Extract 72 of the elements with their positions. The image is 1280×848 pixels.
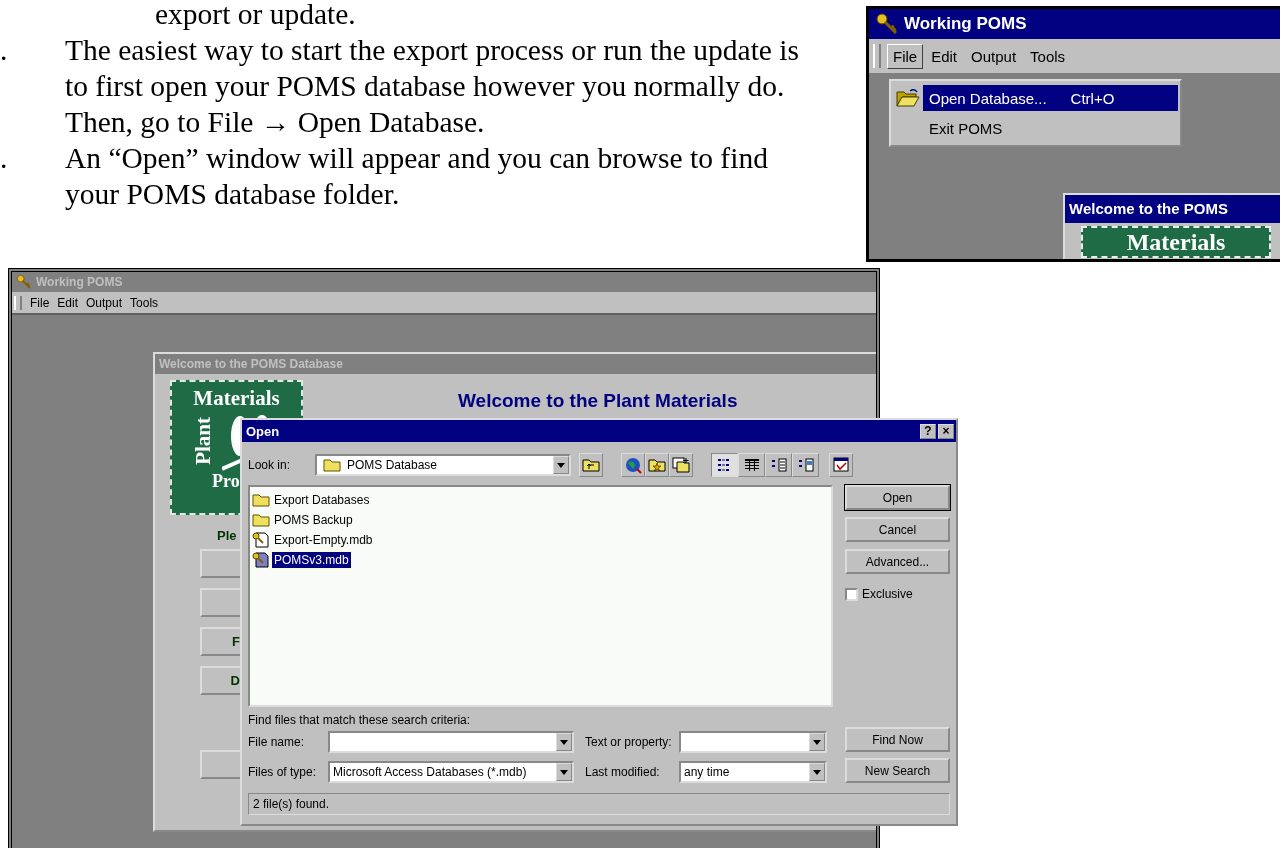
logo: Materials bbox=[1081, 226, 1271, 258]
paragraph-text: An “Open” window will appear and you can browse to find your POMS database folder. bbox=[65, 141, 769, 212]
dropdown-field[interactable] bbox=[679, 731, 827, 753]
folder-icon bbox=[323, 458, 341, 472]
window-title: Welcome to the POMS Database bbox=[155, 354, 876, 374]
dialog-button[interactable]: New Search bbox=[845, 758, 950, 783]
preview-view-icon bbox=[797, 458, 814, 472]
dialog-button[interactable]: Advanced... bbox=[845, 549, 950, 574]
dropdown-field[interactable]: Microsoft Access Databases (*.mdb) bbox=[328, 761, 574, 783]
paragraph-text: The easiest way to start the export process or run the update is to first open your POMS database however you normally do. Then, go to File → Open Database. bbox=[65, 33, 800, 140]
menu-item[interactable]: Output bbox=[86, 296, 123, 310]
open-folder-icon bbox=[896, 88, 920, 108]
window-title: Working POMS bbox=[36, 275, 123, 289]
key-icon bbox=[875, 12, 899, 36]
properties-view-icon bbox=[770, 458, 787, 472]
add-favorites-button[interactable] bbox=[669, 453, 693, 477]
key-document-icon bbox=[252, 532, 270, 548]
view-button[interactable] bbox=[765, 453, 792, 477]
dialog-title: Open bbox=[246, 423, 280, 439]
field-label: Text or property: bbox=[584, 735, 673, 749]
welcome-heading: Welcome to the Plant Materials bbox=[458, 390, 738, 413]
menu-item[interactable]: Edit bbox=[925, 43, 964, 69]
star-folder-icon bbox=[648, 458, 666, 472]
menu-item[interactable]: Tools bbox=[130, 296, 159, 310]
folder-icon bbox=[252, 513, 270, 527]
menu-item[interactable]: File bbox=[30, 296, 50, 310]
dialog-button[interactable]: Cancel bbox=[845, 517, 950, 542]
toolbar-grip[interactable] bbox=[14, 296, 22, 310]
look-in-dropdown[interactable]: POMS Database bbox=[315, 454, 571, 476]
field-label: Last modified: bbox=[584, 765, 661, 779]
section-heading: Find files that match these search criteria: bbox=[248, 713, 471, 729]
view-button[interactable] bbox=[711, 453, 738, 477]
toolbar-grip[interactable] bbox=[873, 44, 881, 68]
add-folder-icon bbox=[672, 457, 690, 473]
up-one-level-button[interactable] bbox=[579, 453, 603, 477]
favorites-button[interactable] bbox=[645, 453, 669, 477]
dialog-button[interactable]: Find Now bbox=[845, 727, 950, 752]
status-bar: 2 file(s) found. bbox=[248, 793, 950, 815]
dropdown-field[interactable] bbox=[328, 731, 574, 753]
commands-icon bbox=[833, 457, 849, 473]
menu-item[interactable]: File bbox=[887, 43, 924, 69]
dialog-button[interactable]: Open bbox=[845, 485, 950, 510]
folder-icon bbox=[252, 493, 270, 507]
search-web-button[interactable] bbox=[621, 453, 645, 477]
field-label: Look in: bbox=[248, 458, 292, 472]
window-title: Welcome to the POMS bbox=[1065, 195, 1280, 223]
menu-item[interactable]: Output bbox=[965, 43, 1023, 69]
view-button[interactable] bbox=[792, 453, 819, 477]
menu-item[interactable]: Tools bbox=[1024, 43, 1072, 69]
checkbox-label: Exclusive bbox=[862, 587, 913, 601]
help-button[interactable]: ? bbox=[920, 423, 936, 439]
field-label: Files of type: bbox=[248, 765, 318, 779]
field-label: File name: bbox=[248, 735, 306, 749]
prompt-text: Ple bbox=[216, 528, 237, 543]
list-marker: . bbox=[0, 141, 9, 176]
paragraph-text: export or update. bbox=[154, 0, 356, 32]
list-marker: . bbox=[0, 33, 9, 68]
key-icon bbox=[16, 274, 32, 290]
commands-button[interactable] bbox=[829, 453, 853, 477]
details-view-icon bbox=[743, 458, 760, 472]
dropdown-field[interactable]: any time bbox=[679, 761, 827, 783]
window-title: Working POMS bbox=[904, 14, 1027, 34]
menu-item[interactable]: Exit POMS bbox=[923, 115, 1178, 141]
menu-item[interactable]: Edit bbox=[57, 296, 79, 310]
menu-item[interactable]: Open Database... Ctrl+O bbox=[923, 85, 1178, 111]
list-entry[interactable]: Export-Empty.mdb bbox=[252, 530, 375, 550]
checkbox[interactable] bbox=[845, 587, 858, 601]
key-document-icon bbox=[252, 552, 270, 568]
up-folder-icon bbox=[582, 458, 600, 472]
view-button[interactable] bbox=[738, 453, 765, 477]
close-button[interactable]: × bbox=[938, 423, 954, 439]
globe-icon bbox=[624, 456, 642, 474]
